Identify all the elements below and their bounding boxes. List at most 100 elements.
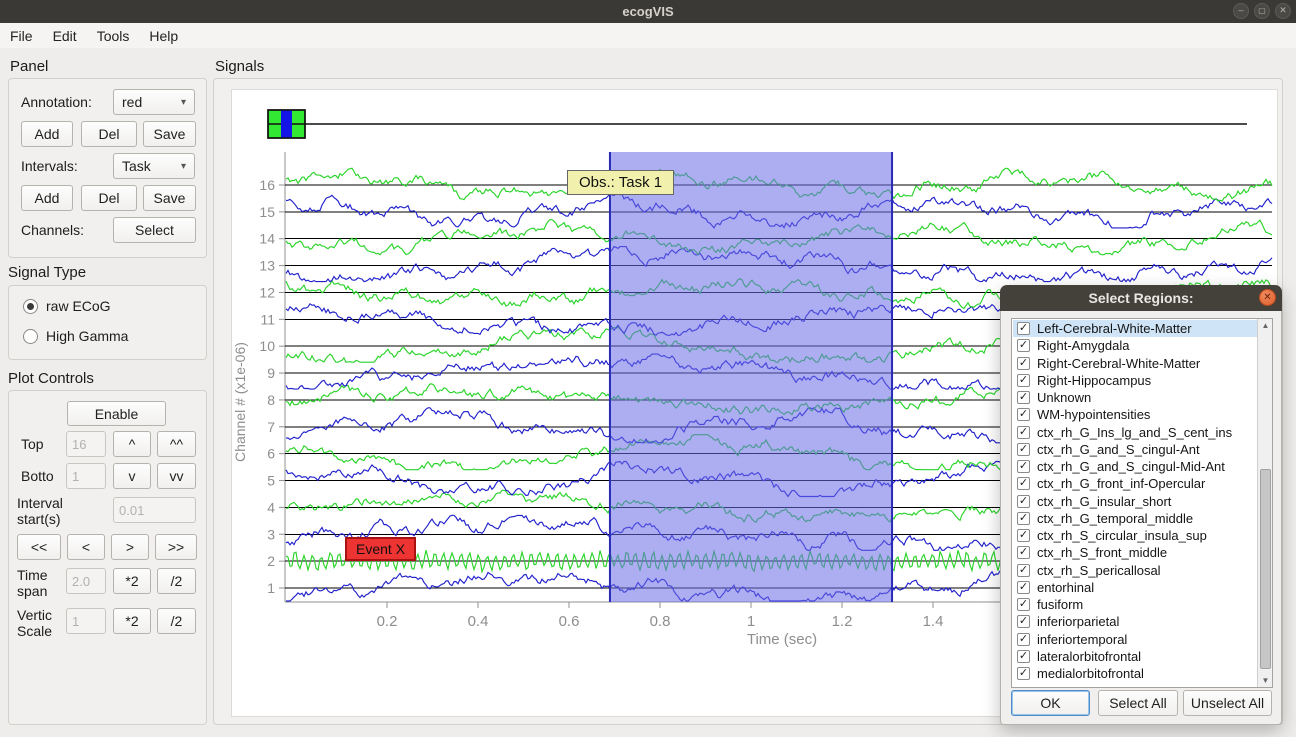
checkbox-checked-icon[interactable]: ✓ xyxy=(1017,339,1030,352)
bottom-down-fast-button[interactable]: vv xyxy=(157,463,196,489)
region-label: ctx_rh_G_front_inf-Opercular xyxy=(1037,476,1205,491)
radio-high-gamma[interactable]: High Gamma xyxy=(23,328,128,344)
checkbox-checked-icon[interactable]: ✓ xyxy=(1017,564,1030,577)
checkbox-checked-icon[interactable]: ✓ xyxy=(1017,460,1030,473)
unselect-all-button[interactable]: Unselect All xyxy=(1183,690,1272,716)
interval-start-input[interactable]: 0.01 xyxy=(113,497,196,523)
window-controls: – ▢ ✕ xyxy=(1233,3,1291,19)
region-row[interactable]: ✓Right-Hippocampus xyxy=(1013,372,1258,389)
channels-select-button[interactable]: Select xyxy=(113,217,196,243)
checkbox-checked-icon[interactable]: ✓ xyxy=(1017,495,1030,508)
scrollbar[interactable]: ▲ ▼ xyxy=(1257,319,1272,687)
menu-edit[interactable]: Edit xyxy=(53,28,77,44)
checkbox-checked-icon[interactable]: ✓ xyxy=(1017,322,1030,335)
annotation-label: Annotation: xyxy=(21,89,92,115)
nav-next-button[interactable]: > xyxy=(111,534,149,560)
checkbox-checked-icon[interactable]: ✓ xyxy=(1017,477,1030,490)
region-row[interactable]: ✓medialorbitofrontal xyxy=(1013,665,1258,682)
region-row[interactable]: ✓Left-Cerebral-White-Matter xyxy=(1013,320,1258,337)
region-row[interactable]: ✓inferiorparietal xyxy=(1013,613,1258,630)
checkbox-checked-icon[interactable]: ✓ xyxy=(1017,650,1030,663)
region-row[interactable]: ✓ ctx_rh_G_front_inf-Opercular xyxy=(1013,475,1258,492)
region-row[interactable]: ✓ lateralorbitofrontal xyxy=(1013,648,1258,665)
region-row[interactable]: ✓ctx_rh_S_front_middle xyxy=(1013,544,1258,561)
menu-help[interactable]: Help xyxy=(149,28,178,44)
event-annotation[interactable]: Event X xyxy=(345,537,416,561)
bottom-input[interactable]: 1 xyxy=(66,463,106,489)
svg-text:1.2: 1.2 xyxy=(832,613,853,630)
nav-first-button[interactable]: << xyxy=(17,534,61,560)
checkbox-checked-icon[interactable]: ✓ xyxy=(1017,581,1030,594)
checkbox-checked-icon[interactable]: ✓ xyxy=(1017,374,1030,387)
minimize-icon[interactable]: – xyxy=(1233,3,1249,19)
top-input[interactable]: 16 xyxy=(66,431,106,457)
vertical-scale-input[interactable]: 1 xyxy=(66,608,106,634)
region-row[interactable]: ✓inferiortemporal xyxy=(1013,631,1258,648)
annotation-save-button[interactable]: Save xyxy=(143,121,196,147)
vertical-scale-half-button[interactable]: /2 xyxy=(157,608,196,634)
select-all-button[interactable]: Select All xyxy=(1098,690,1178,716)
checkbox-checked-icon[interactable]: ✓ xyxy=(1017,408,1030,421)
intervals-label: Intervals: xyxy=(21,153,78,179)
region-row[interactable]: ✓ctx_rh_G_temporal_middle xyxy=(1013,510,1258,527)
region-row[interactable]: ✓ ctx_rh_G_Ins_lg_and_S_cent_ins xyxy=(1013,424,1258,441)
selected-interval-region[interactable] xyxy=(610,152,892,602)
region-row[interactable]: ✓Unknown xyxy=(1013,389,1258,406)
intervals-del-button[interactable]: Del xyxy=(81,185,137,211)
region-label: ctx_rh_G_Ins_lg_and_S_cent_ins xyxy=(1037,425,1232,440)
region-row[interactable]: ✓Right-Cerebral-White-Matter xyxy=(1013,355,1258,372)
dialog-title-bar[interactable]: Select Regions: ✕ xyxy=(1000,285,1282,311)
checkbox-checked-icon[interactable]: ✓ xyxy=(1017,546,1030,559)
checkbox-checked-icon[interactable]: ✓ xyxy=(1017,512,1030,525)
radio-raw-ecog[interactable]: raw ECoG xyxy=(23,298,111,314)
region-row[interactable]: ✓ctx_rh_S_pericallosal xyxy=(1013,562,1258,579)
menu-tools[interactable]: Tools xyxy=(97,28,130,44)
region-row[interactable]: ✓entorhinal xyxy=(1013,579,1258,596)
intervals-combobox[interactable]: Task ▾ xyxy=(113,153,195,179)
annotation-del-button[interactable]: Del xyxy=(81,121,137,147)
region-row[interactable]: ✓ctx_rh_G_and_S_cingul-Ant xyxy=(1013,441,1258,458)
maximize-icon[interactable]: ▢ xyxy=(1254,3,1270,19)
menu-file[interactable]: File xyxy=(10,28,33,44)
region-row[interactable]: ✓WM-hypointensities xyxy=(1013,406,1258,423)
nav-prev-button[interactable]: < xyxy=(67,534,105,560)
checkbox-checked-icon[interactable]: ✓ xyxy=(1017,598,1030,611)
annotation-add-button[interactable]: Add xyxy=(21,121,73,147)
region-row[interactable]: ✓fusiform xyxy=(1013,596,1258,613)
checkbox-checked-icon[interactable]: ✓ xyxy=(1017,426,1030,439)
checkbox-checked-icon[interactable]: ✓ xyxy=(1017,615,1030,628)
checkbox-checked-icon[interactable]: ✓ xyxy=(1017,667,1030,680)
checkbox-checked-icon[interactable]: ✓ xyxy=(1017,633,1030,646)
region-label: lateralorbitofrontal xyxy=(1037,649,1141,664)
region-list[interactable]: ✓Left-Cerebral-White-Matter✓Right-Amygda… xyxy=(1011,318,1273,688)
bottom-down-button[interactable]: v xyxy=(113,463,151,489)
checkbox-checked-icon[interactable]: ✓ xyxy=(1017,529,1030,542)
region-row[interactable]: ✓Right-Amygdala xyxy=(1013,337,1258,354)
intervals-save-button[interactable]: Save xyxy=(143,185,196,211)
region-row[interactable]: ✓ctx_rh_G_and_S_cingul-Mid-Ant xyxy=(1013,458,1258,475)
title-bar: ecogVIS – ▢ ✕ xyxy=(0,0,1296,23)
checkbox-checked-icon[interactable]: ✓ xyxy=(1017,443,1030,456)
scrollbar-thumb[interactable] xyxy=(1260,469,1271,669)
close-icon[interactable]: ✕ xyxy=(1275,3,1291,19)
time-span-double-button[interactable]: *2 xyxy=(113,568,151,594)
vertical-scale-double-button[interactable]: *2 xyxy=(113,608,151,634)
dialog-close-icon[interactable]: ✕ xyxy=(1259,289,1276,306)
svg-text:7: 7 xyxy=(267,419,275,435)
intervals-add-button[interactable]: Add xyxy=(21,185,73,211)
time-span-input[interactable]: 2.0 xyxy=(66,568,106,594)
enable-button[interactable]: Enable xyxy=(67,401,166,426)
checkbox-checked-icon[interactable]: ✓ xyxy=(1017,357,1030,370)
nav-last-button[interactable]: >> xyxy=(155,534,197,560)
annotation-combobox[interactable]: red ▾ xyxy=(113,89,195,115)
scroll-up-icon[interactable]: ▲ xyxy=(1258,319,1273,332)
top-up-fast-button[interactable]: ^^ xyxy=(157,431,196,457)
top-up-button[interactable]: ^ xyxy=(113,431,151,457)
scroll-down-icon[interactable]: ▼ xyxy=(1258,674,1273,687)
svg-text:11: 11 xyxy=(260,311,275,327)
ok-button[interactable]: OK xyxy=(1011,690,1090,716)
time-span-half-button[interactable]: /2 xyxy=(157,568,196,594)
checkbox-checked-icon[interactable]: ✓ xyxy=(1017,391,1030,404)
region-row[interactable]: ✓ctx_rh_S_circular_insula_sup xyxy=(1013,527,1258,544)
region-row[interactable]: ✓ctx_rh_G_insular_short xyxy=(1013,493,1258,510)
